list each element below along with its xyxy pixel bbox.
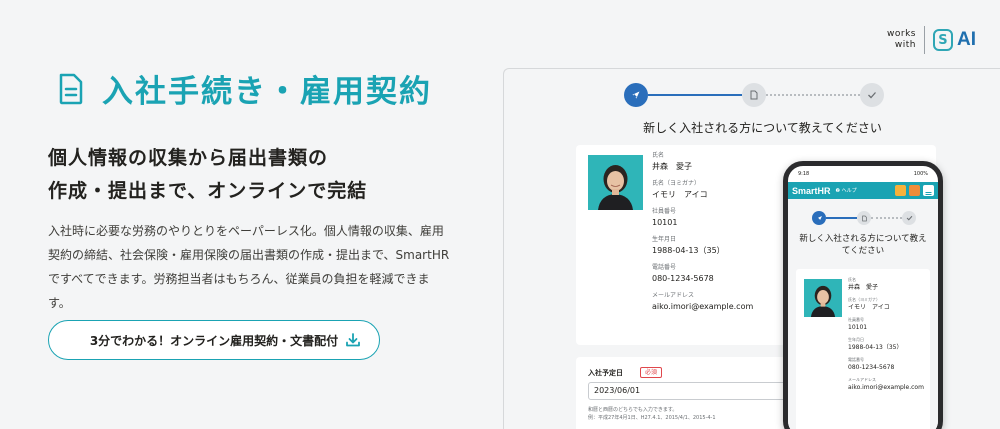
field-name: 氏名 井森 愛子 bbox=[652, 152, 692, 171]
join-date-label: 入社予定日 bbox=[588, 369, 623, 377]
smarthr-logo: SmartHR bbox=[792, 185, 831, 196]
header-buttons bbox=[892, 185, 934, 197]
notification-icon[interactable] bbox=[895, 185, 906, 196]
subtitle: 個人情報の収集から届出書類の 作成・提出まで、オンラインで完結 bbox=[48, 147, 368, 202]
document-icon bbox=[59, 73, 83, 104]
apps-icon[interactable] bbox=[909, 185, 920, 196]
required-badge: 必須 bbox=[640, 367, 663, 378]
phone-step-2-file-icon bbox=[857, 211, 871, 225]
field-birthdate: 生年月日 1988-04-13（35） bbox=[652, 236, 725, 255]
step-line-complete bbox=[648, 94, 742, 96]
field-email: メールアドレス aiko.imori@example.com bbox=[652, 292, 754, 311]
progress-stepper bbox=[624, 83, 884, 107]
divider bbox=[923, 26, 925, 54]
rocket-icon bbox=[632, 91, 640, 99]
phone-form-title: 新しく入社される方について教え てください bbox=[799, 234, 927, 256]
step-1-rocket-icon bbox=[624, 83, 648, 107]
section-heading: 入社手続き・雇用契約 bbox=[58, 66, 432, 111]
download-icon bbox=[346, 333, 360, 347]
smarthr-ai-logo-icon: S bbox=[932, 29, 953, 51]
description: 入社時に必要な労務のやりとりをペーパーレス化。個人情報の収集、雇用 契約の締結、… bbox=[48, 224, 450, 310]
phone-body: 新しく入社される方について教え てください 氏名 井森 愛子 氏名（ヨミガナ） … bbox=[788, 199, 938, 429]
field-name-kana: 氏名（ヨミガナ） イモリ アイコ bbox=[652, 180, 708, 199]
phone-employee-fields: 氏名 井森 愛子 氏名（ヨミガナ） イモリ アイコ 社員番号 10101 生年月… bbox=[848, 277, 924, 391]
help-link[interactable]: ❷ ヘルプ bbox=[836, 187, 857, 194]
step-3-check-icon bbox=[860, 83, 884, 107]
join-date-input[interactable]: 2023/06/01 bbox=[588, 382, 788, 400]
cta-label: 3分でわかる！オンライン雇用契約・文書配付 bbox=[89, 333, 339, 348]
menu-icon[interactable] bbox=[923, 185, 934, 197]
phone-step-1-rocket-icon bbox=[812, 211, 826, 225]
employee-photo bbox=[588, 155, 643, 210]
join-date-example: 例：平成27年4月1日、H27.4.1、2015/4/1、2015-4-1 bbox=[588, 415, 716, 421]
phone-mockup: 9:18 100% SmartHR ❷ ヘルプ 新しく入社される方について教え … bbox=[783, 161, 943, 429]
battery-indicator: 100% bbox=[913, 171, 928, 177]
check-icon bbox=[868, 92, 876, 99]
app-header: SmartHR ❷ ヘルプ bbox=[788, 182, 938, 199]
person-avatar-icon bbox=[588, 155, 643, 210]
person-avatar-icon bbox=[804, 279, 842, 317]
employee-fields: 氏名 井森 愛子 氏名（ヨミガナ） イモリ アイコ 社員番号 10101 生年月… bbox=[652, 151, 753, 319]
phone-status-bar: 9:18 100% bbox=[798, 171, 928, 177]
phone-employee-card: 氏名 井森 愛子 氏名（ヨミガナ） イモリ アイコ 社員番号 10101 生年月… bbox=[796, 269, 930, 429]
phone-step-3-check-icon bbox=[902, 211, 916, 225]
phone-progress-stepper bbox=[812, 211, 916, 225]
form-title: 新しく入社される方について教えてください bbox=[643, 121, 882, 135]
phone-employee-photo bbox=[804, 279, 842, 317]
field-phone: 電話番号 080-1234-5678 bbox=[652, 264, 714, 283]
ai-label: AI bbox=[956, 29, 976, 50]
join-date-hint: 和暦と西暦のどちらでも入力できます。 bbox=[588, 407, 678, 413]
download-document-button[interactable]: 3分でわかる！オンライン雇用契約・文書配付 bbox=[48, 320, 380, 360]
works-with-text: works with bbox=[887, 29, 916, 50]
works-with-ai-badge: works with S AI bbox=[887, 26, 976, 54]
field-employee-number: 社員番号 10101 bbox=[652, 208, 678, 227]
step-line-pending bbox=[766, 94, 860, 96]
step-2-file-icon bbox=[742, 83, 766, 107]
page-title: 入社手続き・雇用契約 bbox=[102, 74, 432, 110]
file-icon bbox=[750, 90, 758, 100]
